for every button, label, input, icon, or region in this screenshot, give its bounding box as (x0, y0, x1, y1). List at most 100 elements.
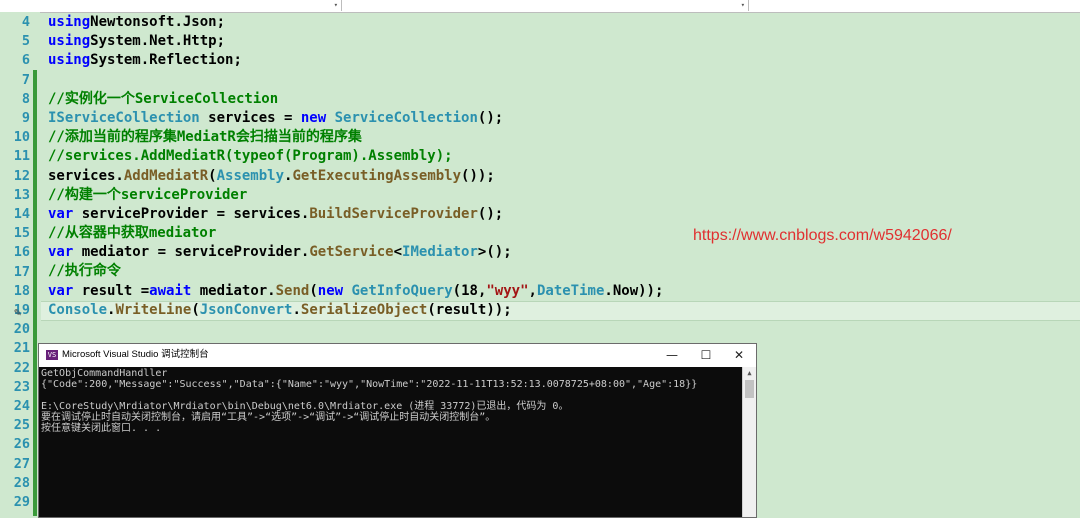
scroll-up-icon[interactable]: ▲ (743, 367, 756, 379)
code-line: var serviceProvider = services.BuildServ… (48, 205, 663, 224)
code-token: ()); (461, 167, 495, 184)
type-dropdown[interactable]: ▾ (342, 0, 749, 11)
line-number: 25 (13, 417, 30, 434)
watermark-url: https://www.cnblogs.com/w5942066/ (693, 227, 952, 244)
console-line: 要在调试停止时自动关闭控制台，请启用“工具”->“选项”->“调试”->“调试停… (41, 412, 496, 423)
line-number: 16 (13, 244, 30, 261)
code-line: //执行命令 (48, 262, 663, 281)
code-line: usingSystem.Net.Http; (48, 32, 663, 51)
code-token: new (317, 282, 344, 299)
code-token: //构建一个serviceProvider (48, 186, 248, 203)
code-token: WriteLine (115, 301, 192, 318)
code-token: //services.AddMediatR(typeof(Program).As… (48, 148, 453, 165)
console-title: Microsoft Visual Studio 调试控制台 (62, 349, 209, 360)
line-number: 20 (13, 321, 30, 338)
navigation-bar: ▾ ▾ (0, 0, 1080, 13)
line-number: 4 (21, 14, 30, 30)
code-token: (); (477, 205, 504, 222)
code-token: , (528, 282, 537, 299)
code-token: IMediator (402, 244, 478, 261)
line-number: 8 (21, 90, 30, 107)
change-tracking-bar (33, 70, 37, 516)
code-token: GetExecutingAssembly (292, 167, 462, 184)
code-token: (); (477, 109, 504, 126)
code-editor[interactable]: usingNewtonsoft.Json; usingSystem.Net.Htt… (48, 13, 663, 320)
console-output: GetObjCommandHandller {"Code":200,"Messag… (41, 368, 739, 515)
code-line: usingSystem.Reflection; (48, 51, 663, 70)
code-token: "wyy" (486, 282, 529, 299)
code-token: GetInfoQuery (351, 282, 453, 299)
line-number: 23 (13, 378, 30, 395)
line-number: 9 (21, 110, 30, 126)
code-token: DateTime (536, 282, 605, 299)
code-token: < (393, 244, 403, 261)
code-token: //从容器中获取mediator (48, 225, 217, 242)
code-line: //services.AddMediatR(typeof(Program).As… (48, 147, 663, 166)
line-number: 27 (13, 455, 30, 472)
line-number: 21 (13, 340, 30, 357)
scroll-thumb[interactable] (745, 380, 754, 398)
line-number: 11 (13, 148, 30, 165)
project-dropdown[interactable]: ▾ (0, 0, 342, 11)
code-token: BuildServiceProvider (309, 205, 478, 222)
code-token: var (48, 205, 74, 222)
console-line: 按任意键关闭此窗口. . . (41, 423, 162, 434)
code-token: services. (48, 167, 124, 184)
code-token: Console (48, 301, 108, 318)
chevron-down-icon: ▾ (740, 1, 745, 9)
code-token: ( (208, 167, 217, 184)
close-button[interactable]: ✕ (722, 344, 756, 367)
chevron-down-icon: ▾ (333, 1, 338, 9)
code-token: >(); (477, 244, 512, 261)
debug-console-window[interactable]: VS Microsoft Visual Studio 调试控制台 — ☐ ✕ G… (38, 343, 757, 518)
code-line: //实例化一个ServiceCollection (48, 90, 663, 109)
code-token: await (149, 282, 192, 299)
code-line: //从容器中获取mediator (48, 224, 663, 243)
line-number: 6 (21, 52, 30, 69)
console-line: {"Code":200,"Message":"Success","Data":{… (41, 379, 698, 390)
line-number: 12 (13, 167, 30, 184)
console-line: GetObjCommandHandller (41, 368, 168, 379)
quick-action-icon[interactable]: ✎ (14, 305, 21, 319)
line-number: 17 (13, 263, 30, 280)
line-number: 14 (13, 206, 30, 222)
code-token: mediator. (191, 282, 276, 299)
code-token: //实例化一个ServiceCollection (48, 90, 279, 107)
code-token: mediator = serviceProvider. (73, 244, 310, 261)
code-token: Newtonsoft.Json; (90, 14, 226, 30)
line-number: 28 (13, 474, 30, 491)
member-dropdown[interactable] (749, 0, 1079, 11)
code-line: services.AddMediatR(Assembly.GetExecutin… (48, 167, 663, 186)
code-token: //执行命令 (48, 263, 121, 280)
code-token: var (48, 282, 74, 299)
code-line: usingNewtonsoft.Json; (48, 13, 663, 32)
code-token: serviceProvider = services. (73, 205, 310, 222)
maximize-button[interactable]: ☐ (689, 344, 723, 367)
line-number: 18 (13, 282, 30, 299)
code-line: Console.WriteLine(JsonConvert.SerializeO… (48, 301, 663, 320)
code-token: GetService (309, 244, 394, 261)
visual-studio-icon: VS (46, 350, 58, 360)
code-token: ServiceCollection (334, 109, 478, 126)
minimize-button[interactable]: — (655, 344, 689, 367)
code-token: ( (191, 301, 200, 318)
line-number: 10 (13, 129, 30, 146)
code-token: . (292, 301, 301, 318)
code-token: Assembly (216, 167, 285, 184)
console-title-bar[interactable]: VS Microsoft Visual Studio 调试控制台 — ☐ ✕ (39, 344, 756, 367)
line-number: 22 (13, 359, 30, 376)
code-line: //添加当前的程序集MediatR会扫描当前的程序集 (48, 128, 663, 147)
code-line: var mediator = serviceProvider.GetServic… (48, 243, 663, 262)
code-token: services = (199, 109, 301, 126)
code-line: var result =await mediator.Send(new GetI… (48, 282, 663, 301)
code-token: var (48, 244, 74, 261)
code-token: IServiceCollection (48, 109, 200, 126)
line-number: 7 (21, 71, 30, 88)
console-line: E:\CoreStudy\Mrdiator\Mrdiator\bin\Debug… (41, 401, 569, 412)
console-scrollbar[interactable]: ▲ (742, 367, 756, 517)
code-token: using (48, 52, 91, 69)
code-token: (18, (452, 282, 487, 299)
